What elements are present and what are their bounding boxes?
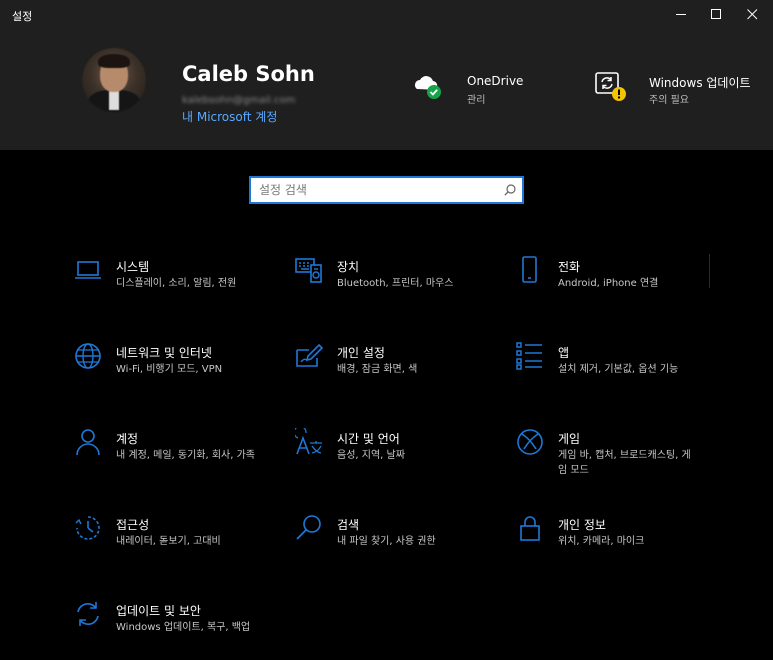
title-bar: 설정 (0, 0, 773, 30)
microsoft-account-link[interactable]: 내 Microsoft 계정 (182, 108, 277, 125)
category-name: 전화 (558, 260, 581, 274)
avatar (82, 48, 146, 112)
category-name: 개인 정보 (558, 518, 606, 532)
globe-icon (75, 343, 101, 369)
maximize-button[interactable] (697, 0, 737, 30)
xbox-icon (517, 429, 543, 455)
category-description: 게임 바, 캡처, 브로드캐스팅, 게임 모드 (558, 450, 691, 476)
category-system[interactable]: 시스템 디스플레이, 소리, 알림, 전원 (74, 256, 284, 316)
windows-update-icon (595, 72, 626, 101)
category-name: 장치 (337, 260, 360, 274)
category-search[interactable]: 검색 내 파일 찾기, 사용 권한 (295, 514, 505, 574)
close-button[interactable] (733, 0, 773, 30)
windows-update-title: Windows 업데이트 (649, 76, 751, 90)
person-icon (76, 429, 100, 456)
category-network[interactable]: 네트워크 및 인터넷 Wi-Fi, 비행기 모드, VPN (74, 342, 284, 402)
devices-icon (295, 258, 322, 283)
category-name: 시스템 (116, 260, 150, 274)
search-input[interactable] (251, 178, 499, 202)
category-gaming[interactable]: 게임 게임 바, 캡처, 브로드캐스팅, 게임 모드 (516, 428, 726, 488)
onedrive-item[interactable]: OneDrive 관리 (412, 72, 562, 112)
category-description: Windows 업데이트, 복구, 백업 (116, 622, 251, 633)
minimize-button[interactable] (662, 0, 702, 30)
category-description: Android, iPhone 연결 (558, 278, 659, 289)
category-description: 배경, 잠금 화면, 색 (337, 364, 418, 375)
minimize-icon (676, 14, 686, 15)
search-box[interactable] (249, 176, 524, 204)
category-name: 접근성 (116, 518, 150, 532)
user-email: kalebsohn@gmail.com (182, 95, 296, 106)
category-phone[interactable]: 전화 Android, iPhone 연결 (516, 256, 726, 316)
category-accounts[interactable]: 계정 내 계정, 메일, 동기화, 회사, 가족 (74, 428, 284, 488)
category-name: 시간 및 언어 (337, 432, 400, 446)
divider (709, 254, 710, 288)
user-name: Caleb Sohn (182, 62, 315, 86)
ease-of-access-icon (75, 516, 100, 540)
category-description: Bluetooth, 프린터, 마우스 (337, 278, 454, 289)
category-description: 위치, 카메라, 마이크 (558, 536, 645, 547)
onedrive-cloud-icon (415, 76, 441, 99)
category-name: 네트워크 및 인터넷 (116, 346, 212, 360)
search-icon[interactable] (504, 184, 516, 196)
close-icon (747, 9, 758, 20)
category-name: 계정 (116, 432, 139, 446)
category-devices[interactable]: 장치 Bluetooth, 프린터, 마우스 (295, 256, 505, 316)
category-update-security[interactable]: 업데이트 및 보안 Windows 업데이트, 복구, 백업 (74, 600, 284, 660)
laptop-icon (75, 261, 101, 279)
category-name: 업데이트 및 보안 (116, 604, 201, 618)
category-privacy[interactable]: 개인 정보 위치, 카메라, 마이크 (516, 514, 726, 574)
lock-icon (520, 516, 540, 541)
magnifier-icon (296, 515, 321, 540)
category-time-language[interactable]: 시간 및 언어 음성, 지역, 날짜 (295, 428, 505, 488)
sync-icon (77, 602, 99, 626)
account-header: Caleb Sohn kalebsohn@gmail.com 내 Microso… (0, 30, 773, 150)
phone-icon (522, 256, 537, 283)
category-apps[interactable]: 앱 설치 제거, 기본값, 옵션 기능 (516, 342, 726, 402)
category-description: 내 파일 찾기, 사용 권한 (337, 536, 436, 547)
category-name: 앱 (558, 346, 570, 360)
windows-update-item[interactable]: Windows 업데이트 주의 필요 (594, 70, 764, 110)
category-name: 검색 (337, 518, 360, 532)
windows-update-subtitle: 주의 필요 (649, 95, 689, 106)
window-title: 설정 (12, 10, 33, 23)
category-description: Wi-Fi, 비행기 모드, VPN (116, 364, 223, 375)
category-name: 개인 설정 (337, 346, 385, 360)
category-description: 디스플레이, 소리, 알림, 전원 (116, 278, 237, 289)
maximize-icon (711, 9, 721, 19)
category-name: 게임 (558, 432, 581, 446)
category-ease-of-access[interactable]: 접근성 내레이터, 돋보기, 고대비 (74, 514, 284, 574)
apps-list-icon (516, 342, 542, 370)
category-description: 내레이터, 돋보기, 고대비 (116, 536, 221, 547)
category-personalization[interactable]: 개인 설정 배경, 잠금 화면, 색 (295, 342, 505, 402)
onedrive-subtitle: 관리 (467, 95, 486, 106)
onedrive-title: OneDrive (467, 74, 524, 88)
time-language-icon (295, 428, 322, 455)
category-description: 음성, 지역, 날짜 (337, 450, 405, 461)
category-description: 내 계정, 메일, 동기화, 회사, 가족 (116, 450, 256, 461)
paint-icon (296, 343, 323, 367)
category-description: 설치 제거, 기본값, 옵션 기능 (558, 364, 679, 375)
